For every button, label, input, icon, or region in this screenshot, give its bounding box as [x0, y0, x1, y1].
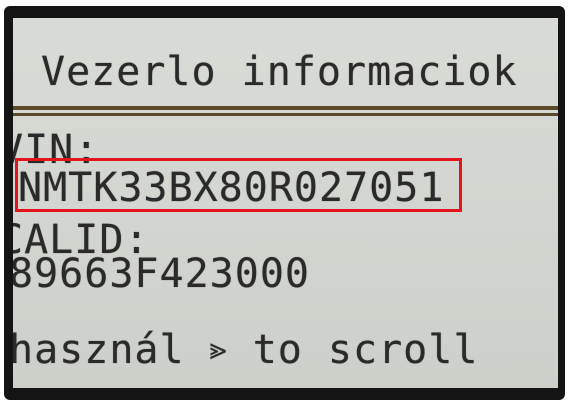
- title-divider-bottom: [13, 113, 558, 116]
- scroll-hint-prefix: használ: [13, 327, 185, 373]
- scroll-hint: használ ⪢ to scroll: [13, 326, 478, 374]
- scroll-hint-suffix: to scroll: [252, 327, 479, 373]
- title-divider-top: [13, 106, 558, 110]
- screen-title: Vezerlo informaciok: [41, 49, 518, 95]
- lcd-screen: Vezerlo informaciok VIN: NMTK33BX80R0270…: [13, 18, 558, 388]
- vin-highlight-box: [15, 158, 462, 212]
- up-down-arrows-icon: ⪢: [209, 332, 228, 367]
- calid-value: 89663F423000: [13, 251, 310, 297]
- device-photo: Vezerlo informaciok VIN: NMTK33BX80R0270…: [0, 0, 571, 405]
